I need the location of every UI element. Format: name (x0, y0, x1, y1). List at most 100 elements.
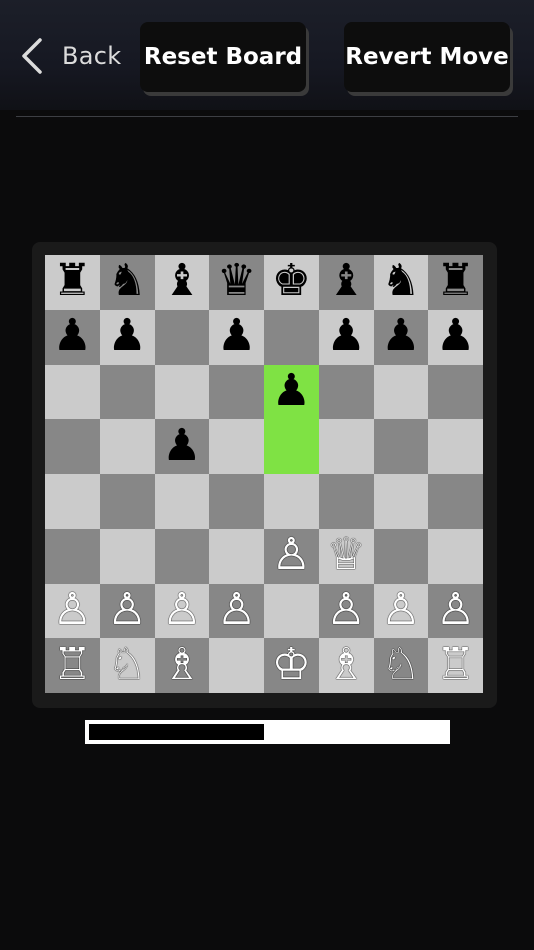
square-f7[interactable]: ♟ (318, 309, 374, 365)
square-g3[interactable] (373, 528, 429, 584)
reset-board-button[interactable]: Reset Board (140, 22, 306, 92)
square-a3[interactable] (45, 528, 100, 584)
back-button[interactable]: Back (20, 36, 121, 76)
black-knight-icon[interactable]: ♞ (381, 259, 420, 303)
black-knight-icon[interactable]: ♞ (107, 259, 146, 303)
black-pawn-icon[interactable]: ♟ (217, 314, 256, 358)
square-f4[interactable] (318, 474, 374, 529)
black-pawn-icon[interactable]: ♟ (53, 314, 92, 358)
square-d7[interactable]: ♟ (209, 309, 264, 365)
square-a8[interactable]: ♜ (45, 255, 100, 310)
white-rook-icon[interactable]: ♖ (436, 642, 475, 687)
white-bishop-icon[interactable]: ♗ (162, 642, 201, 687)
square-f6[interactable] (318, 364, 374, 420)
square-b3[interactable] (99, 528, 155, 584)
square-h5[interactable] (428, 419, 483, 474)
white-pawn-icon[interactable]: ♙ (381, 587, 420, 632)
square-d5[interactable] (209, 419, 264, 474)
square-e1[interactable]: ♔ (264, 638, 319, 693)
square-d2[interactable]: ♙ (209, 583, 264, 639)
square-c7[interactable] (154, 309, 210, 365)
revert-move-button[interactable]: Revert Move (344, 22, 510, 92)
white-bishop-icon[interactable]: ♗ (326, 642, 365, 687)
square-b6[interactable] (99, 364, 155, 420)
square-d4[interactable] (209, 474, 264, 529)
square-d8[interactable]: ♛ (209, 255, 264, 310)
square-g8[interactable]: ♞ (373, 255, 429, 310)
square-b7[interactable]: ♟ (99, 309, 155, 365)
square-g2[interactable]: ♙ (373, 583, 429, 639)
square-e8[interactable]: ♚ (264, 255, 319, 310)
square-b5[interactable] (99, 419, 155, 474)
square-e3[interactable]: ♙ (264, 528, 319, 584)
square-f5[interactable] (318, 419, 374, 474)
black-pawn-icon[interactable]: ♟ (436, 314, 475, 358)
square-c1[interactable]: ♗ (154, 638, 210, 693)
square-h7[interactable]: ♟ (428, 309, 483, 365)
white-pawn-icon[interactable]: ♙ (53, 587, 92, 632)
square-g6[interactable] (373, 364, 429, 420)
square-f2[interactable]: ♙ (318, 583, 374, 639)
black-bishop-icon[interactable]: ♝ (162, 259, 201, 303)
square-a7[interactable]: ♟ (45, 309, 100, 365)
square-b2[interactable]: ♙ (99, 583, 155, 639)
black-pawn-icon[interactable]: ♟ (162, 423, 201, 468)
white-pawn-icon[interactable]: ♙ (107, 587, 146, 632)
square-h3[interactable] (428, 528, 483, 584)
square-e6[interactable]: ♟ (264, 364, 319, 420)
square-c5[interactable]: ♟ (154, 419, 210, 474)
square-g4[interactable] (373, 474, 429, 529)
square-h4[interactable] (428, 474, 483, 529)
square-b8[interactable]: ♞ (99, 255, 155, 310)
white-queen-icon[interactable]: ♕ (326, 533, 365, 577)
square-c3[interactable] (154, 528, 210, 584)
square-g1[interactable]: ♘ (373, 638, 429, 693)
white-knight-icon[interactable]: ♘ (381, 642, 420, 687)
white-rook-icon[interactable]: ♖ (53, 642, 92, 687)
square-h6[interactable] (428, 364, 483, 420)
square-f3[interactable]: ♕ (318, 528, 374, 584)
square-c8[interactable]: ♝ (154, 255, 210, 310)
square-a2[interactable]: ♙ (45, 583, 100, 639)
square-h8[interactable]: ♜ (428, 255, 483, 310)
black-pawn-icon[interactable]: ♟ (107, 314, 146, 358)
white-king-icon[interactable]: ♔ (272, 642, 311, 687)
square-h2[interactable]: ♙ (428, 583, 483, 639)
white-pawn-icon[interactable]: ♙ (162, 587, 201, 632)
black-king-icon[interactable]: ♚ (272, 259, 311, 303)
square-d6[interactable] (209, 364, 264, 420)
square-b4[interactable] (99, 474, 155, 529)
white-knight-icon[interactable]: ♘ (107, 642, 146, 687)
white-pawn-icon[interactable]: ♙ (217, 587, 256, 632)
square-d1[interactable] (209, 638, 264, 693)
black-rook-icon[interactable]: ♜ (436, 259, 475, 303)
square-f8[interactable]: ♝ (318, 255, 374, 310)
black-rook-icon[interactable]: ♜ (53, 259, 92, 303)
black-bishop-icon[interactable]: ♝ (326, 259, 365, 303)
black-pawn-icon[interactable]: ♟ (326, 314, 365, 358)
chess-board[interactable]: ♜ ♞ ♝ ♛ ♚ ♝ ♞ ♜ ♟ ♟ ♟ ♟ ♟ ♟ ♟ ♟ ♙ ♕ ♙ ♙ ♙ ♙ ♙ ♙ ♙ ♖ ♘ ♗ ♔ ♗ ♘ ♖ (45, 255, 483, 693)
square-h1[interactable]: ♖ (428, 638, 483, 693)
square-c2[interactable]: ♙ (154, 583, 210, 639)
square-g5[interactable] (373, 419, 429, 474)
square-a6[interactable] (45, 364, 100, 420)
square-a4[interactable] (45, 474, 100, 529)
square-c6[interactable] (154, 364, 210, 420)
black-pawn-icon[interactable]: ♟ (272, 368, 311, 413)
white-pawn-icon[interactable]: ♙ (272, 533, 311, 577)
white-pawn-icon[interactable]: ♙ (326, 587, 365, 632)
black-queen-icon[interactable]: ♛ (217, 259, 256, 303)
square-e4[interactable] (264, 474, 319, 529)
square-d3[interactable] (209, 528, 264, 584)
square-e2[interactable] (264, 583, 319, 639)
square-e7[interactable] (264, 309, 319, 365)
square-g7[interactable]: ♟ (373, 309, 429, 365)
square-f1[interactable]: ♗ (318, 638, 374, 693)
square-b1[interactable]: ♘ (99, 638, 155, 693)
white-pawn-icon[interactable]: ♙ (436, 587, 475, 632)
square-a1[interactable]: ♖ (45, 638, 100, 693)
square-c4[interactable] (154, 474, 210, 529)
square-e5[interactable] (264, 419, 319, 474)
black-pawn-icon[interactable]: ♟ (381, 314, 420, 358)
square-a5[interactable] (45, 419, 100, 474)
